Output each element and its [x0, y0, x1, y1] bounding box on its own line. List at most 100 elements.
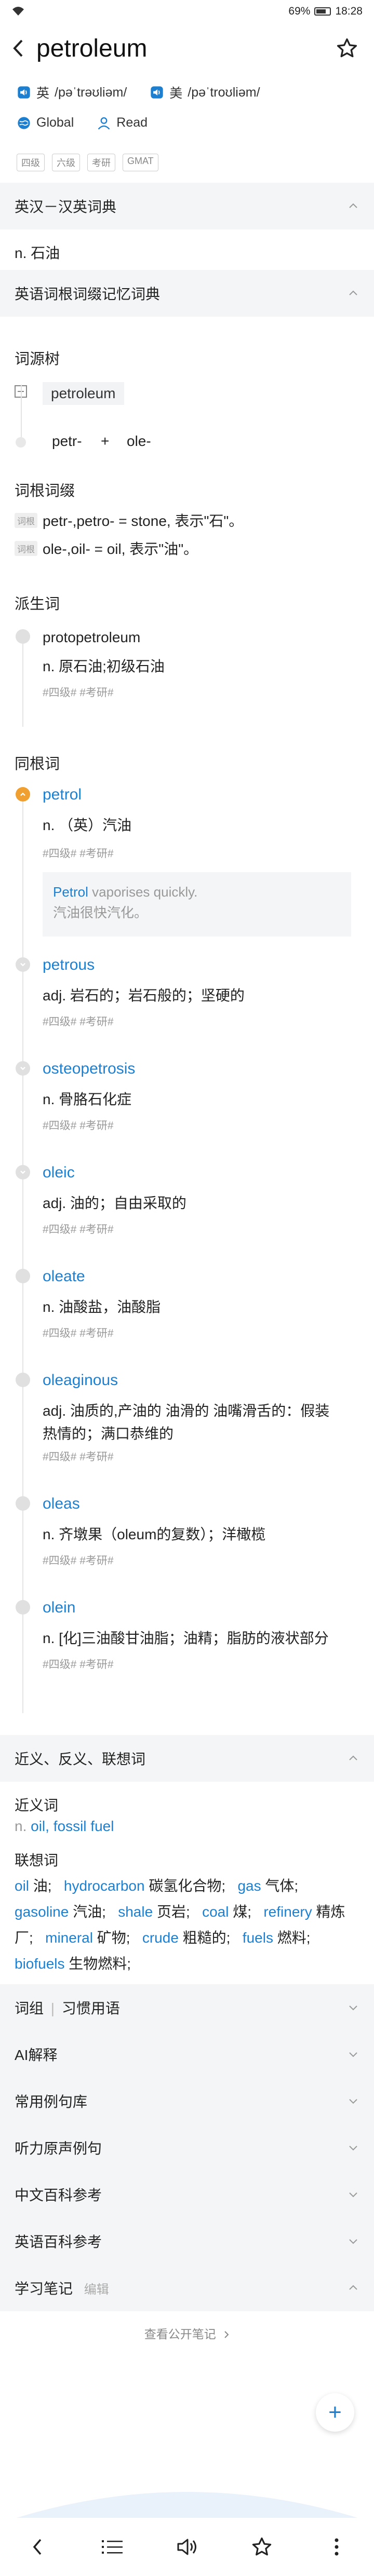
exam-tag: GMAT: [123, 154, 158, 171]
root-tag: 词根: [15, 512, 37, 528]
assoc-word[interactable]: biofuels: [15, 1956, 65, 1972]
assoc-word[interactable]: gasoline: [15, 1904, 69, 1920]
cognate-definition: adj. 油的；自由采取的: [43, 1195, 186, 1211]
tree-part-ole[interactable]: ole-: [127, 433, 151, 450]
assoc-word[interactable]: crude: [142, 1930, 179, 1946]
cognate-word[interactable]: petrol: [43, 786, 82, 804]
section-audio-examples[interactable]: 听力原声例句: [0, 2124, 374, 2171]
derived-title: 派生词: [15, 596, 60, 613]
cognates-title: 同根词: [15, 756, 60, 772]
nav-list-button[interactable]: [94, 2529, 130, 2565]
section-title: 中文百科参考: [15, 2187, 102, 2203]
section-dictionary[interactable]: 英汉－汉英词典: [0, 183, 374, 229]
wifi-icon: [12, 7, 24, 16]
timeline-line: [22, 644, 23, 727]
cognate-word[interactable]: oleic: [43, 1164, 75, 1182]
nav-more-button[interactable]: [318, 2529, 355, 2565]
assoc-word[interactable]: shale: [118, 1904, 153, 1920]
assoc-meaning: 煤;: [233, 1904, 251, 1920]
cognate-word[interactable]: oleas: [43, 1495, 80, 1513]
chevron-down-icon: [349, 2239, 357, 2244]
chevron-down-icon: [349, 2052, 357, 2057]
affix-text: ole-,oil- = oil, 表示"油"。: [43, 541, 198, 557]
view-notes-label: 查看公开笔记: [144, 2327, 216, 2341]
cognate-definition: n. [化]三油酸甘油脂；油精；脂肪的液状部分: [43, 1630, 329, 1646]
section-zh-wiki[interactable]: 中文百科参考: [0, 2171, 374, 2218]
assoc-word[interactable]: mineral: [45, 1930, 93, 1946]
root-tag: 词根: [15, 540, 37, 556]
read-button[interactable]: Read: [97, 115, 148, 130]
assoc-word[interactable]: refinery: [263, 1904, 312, 1920]
timeline-dot: [16, 1496, 30, 1511]
tree-part-petr[interactable]: petr-: [52, 433, 82, 450]
timeline-dot: [16, 629, 30, 644]
sentence-rest: vaporises quickly.: [88, 884, 198, 900]
cognate-definition: adj. 岩石的；岩石般的；坚硬的: [43, 987, 245, 1004]
us-pronunciation[interactable]: 美 /pəˈtroʊliəm/: [150, 83, 260, 102]
assoc-word[interactable]: coal: [202, 1904, 229, 1920]
cognate-tags: #四级# #考研#: [43, 1327, 114, 1339]
cognate-definition-cont: 热情的；满口恭维的: [43, 1426, 174, 1442]
list-icon: [102, 2540, 123, 2554]
us-label: 美: [169, 86, 183, 101]
chevron-down-icon: [20, 1170, 25, 1174]
synonyms-words[interactable]: oil, fossil fuel: [31, 1818, 114, 1834]
mode-row: Global Read: [17, 115, 148, 130]
cognate-word[interactable]: petrous: [43, 956, 95, 974]
associations-subtitle: 联想词: [15, 1852, 59, 1868]
chevron-down-icon: [349, 2099, 357, 2104]
notes-label: 学习笔记: [15, 2281, 73, 2297]
cognate-word[interactable]: oleate: [43, 1268, 85, 1285]
assoc-meaning: 汽油;: [73, 1904, 106, 1920]
section-title: 英语百科参考: [15, 2234, 102, 2250]
global-button[interactable]: Global: [17, 115, 74, 130]
cognate-definition: n. 油酸盐，油酸脂: [43, 1299, 161, 1315]
section-related-words[interactable]: 近义、反义、联想词: [0, 1735, 374, 1782]
chevron-down-icon: [349, 2146, 357, 2151]
back-button[interactable]: [12, 33, 33, 64]
chevron-down-icon: [20, 1066, 25, 1070]
star-icon: [252, 2537, 272, 2556]
section-title: 近义、反义、联想词: [15, 1751, 146, 1767]
chevron-down-icon: [349, 2005, 357, 2011]
tree-node-dot: [16, 437, 26, 448]
section-ai[interactable]: AI解释: [0, 2031, 374, 2078]
exam-tags: 四级 六级 考研 GMAT: [17, 154, 158, 171]
read-label: Read: [116, 115, 148, 130]
uk-phonetic: /pəˈtrəʊliəm/: [55, 85, 127, 100]
timeline-dot: [16, 1373, 30, 1387]
cognate-word[interactable]: osteopetrosis: [43, 1060, 135, 1078]
section-examples[interactable]: 常用例句库: [0, 2078, 374, 2124]
cognate-definition: n. 骨胳石化症: [43, 1091, 132, 1107]
speaker-icon: [18, 86, 30, 99]
uk-pronunciation[interactable]: 英 /pəˈtrəʊliəm/: [17, 83, 127, 102]
section-en-wiki[interactable]: 英语百科参考: [0, 2218, 374, 2265]
section-notes[interactable]: 学习笔记 编辑: [0, 2265, 374, 2311]
nav-back-button[interactable]: [19, 2529, 56, 2565]
derived-word[interactable]: protopetroleum: [43, 629, 140, 646]
assoc-meaning: 油;: [33, 1878, 52, 1894]
nav-audio-button[interactable]: [169, 2529, 205, 2565]
us-phonetic: /pəˈtroʊliəm/: [188, 85, 260, 100]
affix-row: 词根 ole-,oil- = oil, 表示"油"。: [15, 538, 198, 559]
add-note-button[interactable]: +: [316, 2393, 354, 2432]
assoc-word[interactable]: oil: [15, 1878, 29, 1894]
cognate-word[interactable]: olein: [43, 1599, 75, 1617]
cognate-word[interactable]: oleaginous: [43, 1372, 118, 1389]
assoc-word[interactable]: fuels: [243, 1930, 273, 1946]
assoc-word[interactable]: gas: [237, 1878, 261, 1894]
sentence-highlight: Petrol: [53, 884, 88, 900]
chevron-up-icon: [20, 792, 25, 796]
section-phrases[interactable]: 词组 | 习惯用语: [0, 1984, 374, 2031]
assoc-word[interactable]: hydrocarbon: [64, 1878, 145, 1894]
view-public-notes[interactable]: 查看公开笔记: [0, 2324, 374, 2342]
favorite-button[interactable]: [332, 34, 362, 63]
header: petroleum: [0, 26, 374, 71]
nav-favorite-button[interactable]: [244, 2529, 280, 2565]
section-etymology[interactable]: 英语词根词缀记忆词典: [0, 270, 374, 317]
wave-decoration: [0, 2492, 374, 2523]
notes-edit-link[interactable]: 编辑: [84, 2283, 109, 2297]
etymology-tree-title: 词源树: [15, 351, 60, 368]
assoc-meaning: 页岩;: [156, 1904, 190, 1920]
tree-plus: +: [101, 433, 110, 449]
